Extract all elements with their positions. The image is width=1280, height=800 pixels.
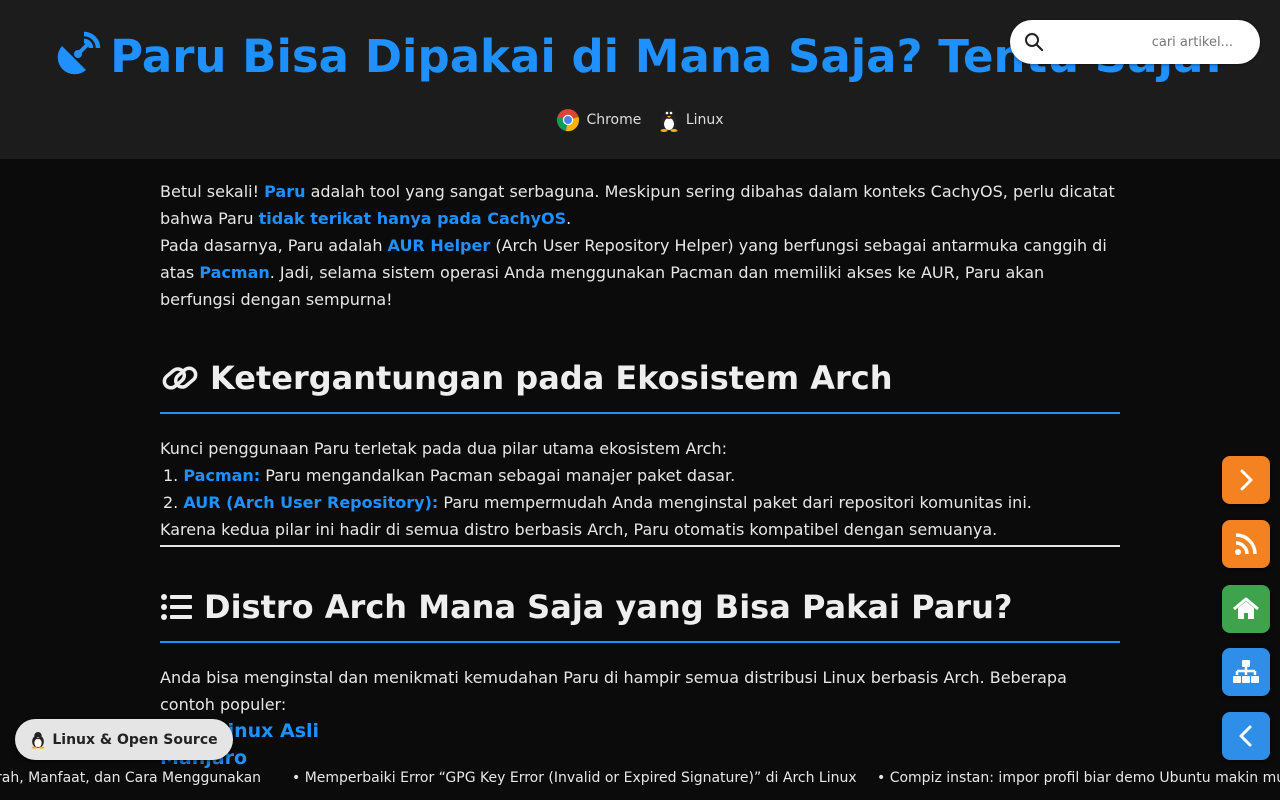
section-lead: Anda bisa menginstal dan menikmati kemud… xyxy=(160,668,1067,714)
chevron-left-icon xyxy=(1239,725,1252,747)
tag-linux[interactable]: Linux xyxy=(658,108,724,132)
category-pill[interactable]: Linux & Open Source xyxy=(15,719,233,760)
section-heading-distros: Distro Arch Mana Saja yang Bisa Pakai Pa… xyxy=(160,587,1120,643)
home-icon xyxy=(1233,597,1259,619)
link-aur-helper[interactable]: AUR Helper xyxy=(388,236,491,255)
tag-linux-label: Linux xyxy=(685,112,724,128)
intro-paragraph-2: Pada dasarnya, Paru adalah AUR Helper (A… xyxy=(160,232,1120,313)
search-box xyxy=(1010,20,1260,64)
tag-chrome[interactable]: Chrome xyxy=(556,108,641,132)
tag-list: Chrome Linux xyxy=(0,108,1280,136)
list-text: Paru mengandalkan Pacman sebagai manajer… xyxy=(260,466,736,485)
link-arch-linux[interactable]: Arch Linux Asli xyxy=(160,718,1120,745)
divider xyxy=(160,545,1120,547)
list-item: 2. AUR (Arch User Repository): Paru memp… xyxy=(160,489,1120,516)
section-lead: Kunci penggunaan Paru terletak pada dua … xyxy=(160,439,727,458)
list-text: Paru mempermudah Anda menginstal paket d… xyxy=(438,493,1032,512)
text: . xyxy=(566,209,572,228)
intro-paragraph-1: Betul sekali! Paru adalah tool yang sang… xyxy=(160,178,1120,232)
tux-icon xyxy=(660,109,678,132)
rss-icon xyxy=(1235,533,1257,555)
article-body: Betul sekali! Paru adalah tool yang sang… xyxy=(160,178,1120,772)
ticker-item[interactable]: • Memperbaiki Error “GPG Key Error (Inva… xyxy=(292,770,857,786)
section-ecosystem-body: Kunci penggunaan Paru terletak pada dua … xyxy=(160,435,1120,547)
link-icon xyxy=(162,366,198,390)
link-aur-term[interactable]: AUR (Arch User Repository): xyxy=(183,493,438,512)
chrome-icon xyxy=(557,109,580,132)
section-heading-text: Ketergantungan pada Ekosistem Arch xyxy=(210,359,893,397)
link-pacman-term[interactable]: Pacman: xyxy=(183,466,260,485)
prev-button[interactable] xyxy=(1222,712,1270,760)
list-number: 1. xyxy=(163,466,179,485)
sitemap-icon xyxy=(1233,660,1259,683)
news-ticker: rah, Manfaat, dan Cara Menggunakan • Mem… xyxy=(0,768,1280,790)
category-pill-label: Linux & Open Source xyxy=(52,731,218,748)
next-button[interactable] xyxy=(1222,456,1270,504)
section-closing: Karena kedua pilar ini hadir di semua di… xyxy=(160,520,998,539)
section-heading-text: Distro Arch Mana Saja yang Bisa Pakai Pa… xyxy=(204,588,1013,626)
search-input[interactable] xyxy=(1055,28,1245,56)
link-not-bound-cachyos[interactable]: tidak terikat hanya pada CachyOS xyxy=(259,209,567,228)
link-pacman[interactable]: Pacman xyxy=(199,263,269,282)
list-number: 2. xyxy=(163,493,179,512)
pillar-list: 1. Pacman: Paru mengandalkan Pacman seba… xyxy=(160,462,1120,516)
home-button[interactable] xyxy=(1222,585,1270,633)
section-distros-body: Anda bisa menginstal dan menikmati kemud… xyxy=(160,664,1120,772)
text: Betul sekali! xyxy=(160,182,265,201)
link-paru[interactable]: Paru xyxy=(264,182,305,201)
search-icon[interactable] xyxy=(1024,32,1044,52)
satellite-dish-icon xyxy=(57,31,101,75)
text: . Jadi, selama sistem operasi Anda mengg… xyxy=(160,263,1045,309)
ticker-item[interactable]: • Compiz instan: impor profil biar demo … xyxy=(877,770,1280,786)
list-icon xyxy=(161,594,192,620)
tag-chrome-label: Chrome xyxy=(586,112,642,128)
text: Pada dasarnya, Paru adalah xyxy=(160,236,388,255)
chevron-right-icon xyxy=(1240,469,1253,491)
section-heading-ecosystem: Ketergantungan pada Ekosistem Arch xyxy=(160,358,1120,414)
rss-button[interactable] xyxy=(1222,520,1270,568)
tux-icon xyxy=(32,731,45,749)
list-item: 1. Pacman: Paru mengandalkan Pacman seba… xyxy=(160,462,1120,489)
ticker-item[interactable]: rah, Manfaat, dan Cara Menggunakan xyxy=(0,770,261,786)
sitemap-button[interactable] xyxy=(1222,648,1270,696)
